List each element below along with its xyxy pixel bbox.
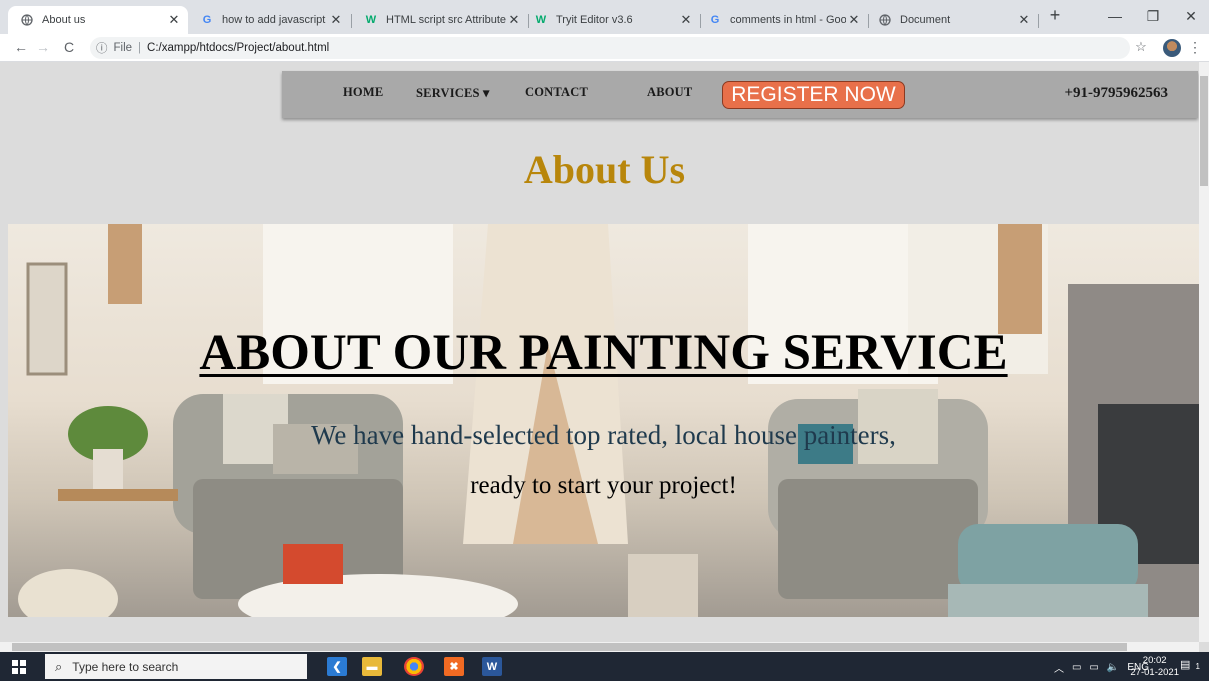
- browser-toolbar: ← → C ⓘ File | C:/xampp/htdocs/Project/a…: [0, 34, 1209, 62]
- tab-title: Document: [900, 14, 951, 26]
- profile-avatar[interactable]: [1163, 39, 1181, 57]
- reload-icon[interactable]: C: [60, 39, 78, 55]
- w3schools-icon: W: [535, 14, 547, 26]
- taskbar-search-box[interactable]: ⌕ Type here to search: [45, 654, 307, 679]
- nav-home-link[interactable]: HOME: [343, 85, 383, 100]
- xampp-icon[interactable]: ✖: [444, 657, 464, 676]
- scrollbar-thumb[interactable]: [12, 643, 1127, 651]
- hero-banner: ABOUT OUR PAINTING SERVICE We have hand-…: [8, 224, 1199, 617]
- tab-about-us[interactable]: About us ✕: [8, 6, 188, 34]
- site-navbar: HOME SERVICES ▾ CONTACT ABOUT REGISTER N…: [282, 71, 1198, 118]
- windows-taskbar: ⌕ Type here to search ❮ ▬ ✖ W ︿ ▭ ▭ 🔈 EN…: [0, 652, 1209, 681]
- address-path: C:/xampp/htdocs/Project/about.html: [147, 42, 330, 54]
- file-explorer-icon[interactable]: ▬: [362, 657, 382, 676]
- back-arrow-icon[interactable]: ←: [12, 39, 30, 55]
- nav-services-label: SERVICES: [416, 86, 480, 100]
- caret-down-icon: ▾: [483, 86, 490, 100]
- page-title: About Us: [523, 147, 686, 192]
- chrome-icon[interactable]: [404, 657, 424, 676]
- page-viewport: HOME SERVICES ▾ CONTACT ABOUT REGISTER N…: [0, 62, 1209, 642]
- register-now-button[interactable]: REGISTER NOW: [722, 81, 905, 109]
- bookmark-star-icon[interactable]: ☆: [1132, 39, 1150, 55]
- close-icon[interactable]: ✕: [328, 12, 344, 28]
- browser-tab-strip: About us ✕ G how to add javascript in ht…: [0, 0, 1209, 34]
- volume-icon[interactable]: 🔈: [1107, 662, 1119, 673]
- window-close-icon[interactable]: ✕: [1176, 8, 1206, 28]
- address-scheme: File: [113, 42, 133, 54]
- tab-google-comments-html[interactable]: G comments in html - Google ✕: [696, 6, 868, 34]
- restore-icon[interactable]: ❐: [1138, 8, 1168, 28]
- nav-services-link[interactable]: SERVICES ▾: [416, 85, 490, 101]
- hero-title: ABOUT OUR PAINTING SERVICE: [199, 325, 1008, 381]
- tab-document[interactable]: Document ✕: [866, 6, 1038, 34]
- info-icon[interactable]: ⓘ: [96, 40, 108, 56]
- tab-title: About us: [42, 14, 86, 26]
- forward-arrow-icon[interactable]: →: [34, 39, 52, 55]
- globe-icon: [20, 13, 34, 27]
- word-icon[interactable]: W: [482, 657, 502, 676]
- horizontal-scrollbar[interactable]: [0, 642, 1199, 652]
- tab-title: Tryit Editor v3.6: [556, 14, 633, 26]
- windows-start-icon[interactable]: [12, 660, 26, 679]
- scrollbar-thumb[interactable]: [1200, 76, 1208, 186]
- w3schools-icon: W: [365, 14, 377, 26]
- clock-time: 20:02: [1142, 655, 1167, 666]
- search-icon: ⌕: [55, 658, 63, 674]
- address-bar[interactable]: ⓘ File | C:/xampp/htdocs/Project/about.h…: [90, 37, 1130, 59]
- tab-html-script-src[interactable]: W HTML script src Attribute ✕: [352, 6, 528, 34]
- hero-subtitle-line-1: We have hand-selected top rated, local h…: [311, 420, 896, 450]
- notification-count: 1: [1195, 662, 1200, 671]
- hero-subtitle-line-2: ready to start your project!: [470, 472, 737, 499]
- tab-title: how to add javascript in html: [222, 14, 328, 26]
- google-g-icon: G: [202, 14, 212, 26]
- close-icon[interactable]: ✕: [1016, 12, 1032, 28]
- minimize-icon[interactable]: —: [1100, 8, 1130, 28]
- new-tab-button[interactable]: +: [1040, 5, 1070, 25]
- notification-icon[interactable]: 1 ▤: [1180, 658, 1200, 674]
- nav-contact-link[interactable]: CONTACT: [525, 85, 588, 100]
- search-placeholder: Type here to search: [72, 659, 179, 674]
- google-g-icon: G: [710, 14, 720, 26]
- chevron-up-icon[interactable]: ︿: [1054, 660, 1064, 675]
- network-icon[interactable]: ▭: [1072, 662, 1081, 673]
- globe-icon: [878, 13, 892, 27]
- tab-title: comments in html - Google: [730, 14, 846, 26]
- close-icon[interactable]: ✕: [678, 12, 694, 28]
- battery-icon[interactable]: ▭: [1089, 662, 1098, 673]
- tab-google-search-javascript[interactable]: G how to add javascript in html ✕: [188, 6, 350, 34]
- nav-about-link[interactable]: ABOUT: [647, 85, 692, 100]
- phone-number: +91-9795962563: [1064, 85, 1168, 101]
- close-icon[interactable]: ✕: [846, 12, 862, 28]
- vertical-scrollbar[interactable]: [1199, 62, 1209, 642]
- tab-title: HTML script src Attribute: [386, 14, 506, 26]
- menu-dots-icon[interactable]: ⋮: [1186, 39, 1204, 56]
- tab-tryit-editor[interactable]: W Tryit Editor v3.6 ✕: [522, 6, 700, 34]
- taskbar-clock[interactable]: 20:02 27-01-2021: [1130, 655, 1179, 679]
- close-icon[interactable]: ✕: [506, 12, 522, 28]
- close-icon[interactable]: ✕: [166, 12, 182, 28]
- clock-date: 27-01-2021: [1130, 667, 1179, 678]
- vscode-icon[interactable]: ❮: [327, 657, 347, 676]
